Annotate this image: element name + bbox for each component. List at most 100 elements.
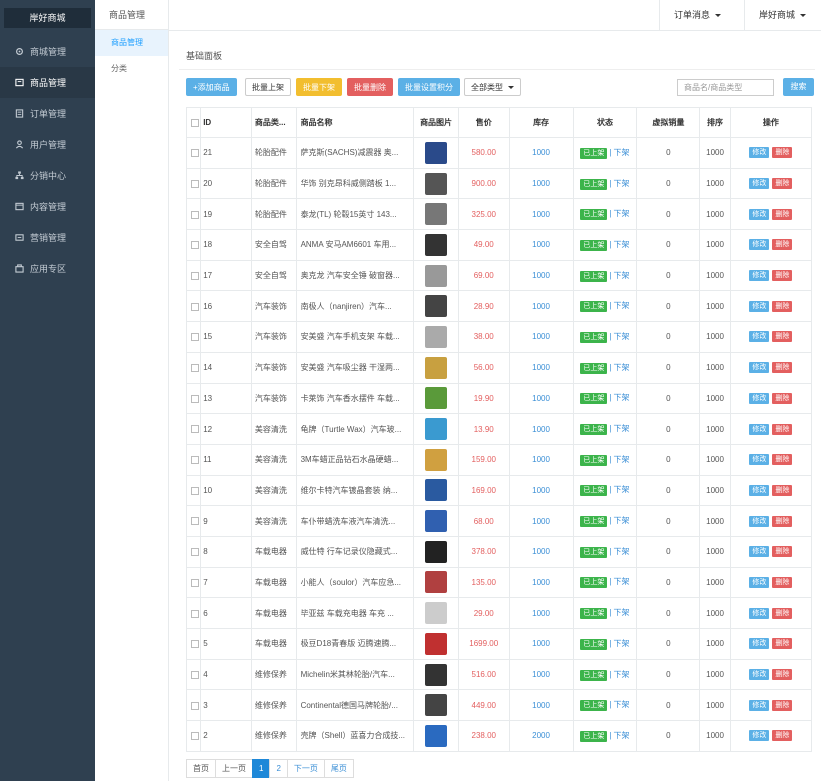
delete-button[interactable]: 删除 (772, 239, 793, 251)
edit-button[interactable]: 修改 (749, 546, 770, 558)
edit-button[interactable]: 修改 (749, 178, 770, 190)
page-next[interactable]: 下一页 (286, 759, 325, 778)
checkbox[interactable] (191, 640, 199, 649)
row-checkbox-cell[interactable] (185, 137, 202, 169)
row-checkbox-cell[interactable] (185, 566, 202, 599)
delete-button[interactable]: 删除 (772, 669, 793, 681)
edit-button[interactable]: 修改 (749, 147, 770, 159)
checkbox[interactable] (191, 149, 199, 158)
product-thumbnail[interactable] (425, 203, 448, 226)
batch-on-shelf-button[interactable]: 批量上架 (245, 78, 291, 96)
delete-button[interactable]: 删除 (772, 423, 793, 435)
edit-button[interactable]: 修改 (749, 300, 770, 312)
row-checkbox-cell[interactable] (185, 597, 202, 629)
product-thumbnail[interactable] (425, 663, 448, 686)
page-prev[interactable]: 上一页 (215, 759, 253, 778)
product-thumbnail[interactable] (425, 448, 448, 471)
product-thumbnail[interactable] (425, 387, 448, 410)
product-thumbnail[interactable] (425, 233, 448, 256)
product-thumbnail[interactable] (425, 632, 448, 655)
checkbox[interactable] (191, 456, 199, 465)
checkbox[interactable] (191, 179, 199, 188)
off-shelf-link[interactable]: 下架 (614, 240, 630, 249)
add-goods-button[interactable]: +添加商品 (186, 78, 237, 96)
page-2[interactable]: 2 (269, 759, 288, 778)
product-thumbnail[interactable] (425, 295, 448, 318)
off-shelf-link[interactable]: 下架 (614, 485, 630, 494)
row-checkbox-cell[interactable] (185, 658, 202, 691)
off-shelf-link[interactable]: 下架 (614, 608, 630, 617)
delete-button[interactable]: 删除 (772, 270, 793, 282)
product-thumbnail[interactable] (425, 141, 448, 164)
checkbox[interactable] (191, 701, 199, 710)
checkbox[interactable] (191, 210, 199, 219)
sidebar-item-apps[interactable]: 应用专区 (0, 253, 95, 284)
checkbox[interactable] (191, 670, 199, 679)
row-checkbox-cell[interactable] (185, 229, 202, 261)
delete-button[interactable]: 删除 (772, 208, 793, 220)
checkbox[interactable] (191, 241, 199, 250)
checkbox[interactable] (191, 394, 199, 403)
off-shelf-link[interactable]: 下架 (614, 731, 630, 740)
product-thumbnail[interactable] (425, 694, 448, 717)
off-shelf-link[interactable]: 下架 (614, 424, 630, 433)
delete-button[interactable]: 删除 (772, 178, 793, 190)
store-dropdown[interactable]: 岸好商城 (744, 0, 820, 31)
product-thumbnail[interactable] (425, 325, 448, 348)
batch-delete-button[interactable]: 批量删除 (347, 78, 393, 96)
edit-button[interactable]: 修改 (749, 392, 770, 404)
checkbox[interactable] (191, 302, 199, 311)
delete-button[interactable]: 删除 (772, 638, 793, 650)
sub-item-category[interactable]: 分类 (95, 56, 168, 82)
delete-button[interactable]: 删除 (772, 515, 793, 527)
off-shelf-link[interactable]: 下架 (614, 209, 630, 218)
sidebar-item-marketing[interactable]: 营销管理 (0, 222, 95, 253)
edit-button[interactable]: 修改 (749, 208, 770, 220)
edit-button[interactable]: 修改 (749, 699, 770, 711)
off-shelf-link[interactable]: 下架 (614, 547, 630, 556)
off-shelf-link[interactable]: 下架 (614, 271, 630, 280)
product-thumbnail[interactable] (425, 172, 448, 195)
edit-button[interactable]: 修改 (749, 362, 770, 374)
edit-button[interactable]: 修改 (749, 484, 770, 496)
delete-button[interactable]: 删除 (772, 730, 793, 742)
checkbox[interactable] (191, 425, 199, 434)
delete-button[interactable]: 删除 (772, 607, 793, 619)
delete-button[interactable]: 删除 (772, 576, 793, 588)
sidebar-item-goods[interactable]: 商品管理 (0, 67, 95, 98)
edit-button[interactable]: 修改 (749, 607, 770, 619)
delete-button[interactable]: 删除 (772, 362, 793, 374)
off-shelf-link[interactable]: 下架 (614, 179, 630, 188)
checkbox[interactable] (191, 118, 199, 127)
delete-button[interactable]: 删除 (772, 546, 793, 558)
edit-button[interactable]: 修改 (749, 270, 770, 282)
edit-button[interactable]: 修改 (749, 423, 770, 435)
batch-set-points-button[interactable]: 批量设置积分 (398, 78, 460, 96)
checkbox[interactable] (191, 548, 199, 557)
row-checkbox-cell[interactable] (185, 198, 202, 231)
order-messages-dropdown[interactable]: 订单消息 (659, 0, 735, 31)
product-thumbnail[interactable] (425, 540, 448, 563)
off-shelf-link[interactable]: 下架 (614, 670, 630, 679)
product-thumbnail[interactable] (425, 418, 448, 441)
delete-button[interactable]: 删除 (772, 392, 793, 404)
delete-button[interactable]: 删除 (772, 484, 793, 496)
row-checkbox-cell[interactable] (185, 628, 202, 660)
off-shelf-link[interactable]: 下架 (614, 393, 630, 402)
delete-button[interactable]: 删除 (772, 300, 793, 312)
product-thumbnail[interactable] (425, 479, 448, 502)
edit-button[interactable]: 修改 (749, 454, 770, 466)
sidebar-item-mall[interactable]: 商城管理 (0, 36, 95, 67)
delete-button[interactable]: 删除 (772, 147, 793, 159)
edit-button[interactable]: 修改 (749, 331, 770, 343)
row-checkbox-cell[interactable] (185, 321, 202, 353)
product-thumbnail[interactable] (425, 724, 448, 747)
checkbox[interactable] (191, 364, 199, 373)
product-thumbnail[interactable] (425, 356, 448, 379)
off-shelf-link[interactable]: 下架 (614, 577, 630, 586)
row-checkbox-cell[interactable] (185, 720, 202, 752)
sidebar-item-distribution[interactable]: 分销中心 (0, 160, 95, 191)
type-select[interactable]: 全部类型 (464, 78, 521, 96)
edit-button[interactable]: 修改 (749, 730, 770, 742)
edit-button[interactable]: 修改 (749, 638, 770, 650)
